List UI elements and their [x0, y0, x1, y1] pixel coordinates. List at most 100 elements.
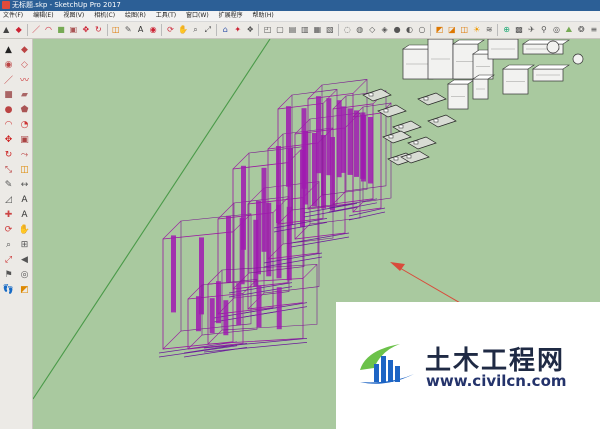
previous-view-icon[interactable]: ◀	[18, 253, 31, 266]
zoom-icon[interactable]: ⌕	[2, 238, 15, 251]
toolbar-separator	[497, 24, 499, 36]
zoom-extents-icon[interactable]: ⤢	[2, 253, 15, 266]
menu-camera[interactable]: 相机(C)	[94, 12, 115, 19]
rotate-icon[interactable]: ↻	[2, 148, 15, 161]
orbit-icon[interactable]: ⟳	[2, 223, 15, 236]
photo-textures-icon[interactable]: ▩	[514, 25, 524, 36]
position-camera-icon[interactable]: ⚑	[2, 268, 15, 281]
select-icon[interactable]: ▲	[1, 25, 11, 36]
tape-measure-icon[interactable]: ✎	[2, 178, 15, 191]
arc-icon[interactable]: ◠	[2, 118, 15, 131]
paint-icon[interactable]: ◉	[148, 25, 158, 36]
shadows-icon[interactable]: ☀	[472, 25, 482, 36]
line-icon[interactable]: ／	[31, 25, 41, 36]
text-icon[interactable]: A	[135, 25, 145, 36]
freehand-icon[interactable]: 〰	[18, 73, 31, 86]
core-shaft	[336, 100, 342, 178]
move-icon[interactable]: ✥	[2, 133, 15, 146]
zoom-window-icon[interactable]: ⊞	[18, 238, 31, 251]
title-bar: 无标题.skp - SketchUp Pro 2017	[0, 0, 600, 11]
pushpull-icon[interactable]: ▣	[68, 25, 78, 36]
wireframe-icon[interactable]: ◇	[367, 25, 377, 36]
podium-line	[203, 338, 308, 353]
right-view-icon[interactable]: ▥	[300, 25, 310, 36]
hidden-line-icon[interactable]: ◈	[379, 25, 389, 36]
text-icon[interactable]: A	[18, 193, 31, 206]
textured-icon[interactable]: ◐	[404, 25, 414, 36]
camera-position-icon[interactable]: ✈	[526, 25, 536, 36]
eraser-icon[interactable]: ◆	[13, 25, 23, 36]
monochrome-icon[interactable]: ○	[417, 25, 427, 36]
rotated-rectangle-icon[interactable]: ▰	[18, 88, 31, 101]
menu-extensions[interactable]: 扩展程序	[219, 12, 243, 19]
back-view-icon[interactable]: ▦	[312, 25, 322, 36]
sandbox-icon[interactable]: ⛰	[564, 25, 574, 36]
3d-text-icon[interactable]: A	[18, 208, 31, 221]
menu-view[interactable]: 视图(V)	[63, 12, 84, 19]
menu-tools[interactable]: 工具(T)	[156, 12, 176, 19]
arc-icon[interactable]: ◠	[43, 25, 53, 36]
left-view-icon[interactable]: ▧	[325, 25, 335, 36]
window-title: 无标题.skp - SketchUp Pro 2017	[12, 1, 121, 9]
offset-icon[interactable]: ◫	[111, 25, 121, 36]
polygon-icon[interactable]: ⬟	[18, 103, 31, 116]
section-display-icon[interactable]: ◪	[447, 25, 457, 36]
walk-icon[interactable]: 👣	[2, 283, 15, 296]
core-shaft	[368, 117, 373, 184]
menu-window[interactable]: 窗口(W)	[186, 12, 209, 19]
menu-edit[interactable]: 编辑(E)	[33, 12, 53, 19]
shaded-icon[interactable]: ●	[392, 25, 402, 36]
line-icon[interactable]: ／	[2, 73, 15, 86]
extension-icon[interactable]: ✦	[233, 25, 243, 36]
footprint-detail	[383, 108, 389, 113]
iso-view-icon[interactable]: ◰	[262, 25, 272, 36]
circle-icon[interactable]: ●	[2, 103, 15, 116]
front-view-icon[interactable]: ▤	[287, 25, 297, 36]
core-shaft	[171, 235, 176, 313]
section-plane-icon[interactable]: ◩	[434, 25, 444, 36]
scale-icon[interactable]: ⤡	[2, 163, 15, 176]
walk-icon[interactable]: ⚲	[539, 25, 549, 36]
make-component-icon[interactable]: ◆	[18, 43, 31, 56]
follow-me-icon[interactable]: ⤳	[18, 148, 31, 161]
eraser-icon[interactable]: ◇	[18, 58, 31, 71]
top-view-icon[interactable]: ▢	[275, 25, 285, 36]
core-shaft	[276, 146, 281, 223]
push-pull-icon[interactable]: ▣	[18, 133, 31, 146]
protractor-icon[interactable]: ◿	[2, 193, 15, 206]
footprint-detail	[423, 96, 429, 101]
rectangle-icon[interactable]: ■	[2, 88, 15, 101]
look-around-icon[interactable]: ◎	[18, 268, 31, 281]
back-edges-icon[interactable]: ◍	[355, 25, 365, 36]
layers-icon[interactable]: ≡	[589, 25, 599, 36]
menu-file[interactable]: 文件(F)	[3, 12, 23, 19]
rotate-icon[interactable]: ↻	[93, 25, 103, 36]
warehouse-icon[interactable]: ⌂	[220, 25, 230, 36]
paint-bucket-icon[interactable]: ◉	[2, 58, 15, 71]
pan-icon[interactable]: ✋	[178, 25, 188, 36]
core-shaft	[341, 106, 346, 173]
zoom-icon[interactable]: ⌕	[190, 25, 200, 36]
zoom-extents-icon[interactable]: ⤢	[203, 25, 213, 36]
menu-draw[interactable]: 绘图(R)	[125, 12, 146, 19]
section-fill-icon[interactable]: ◫	[459, 25, 469, 36]
tape-icon[interactable]: ✎	[123, 25, 133, 36]
move-icon[interactable]: ✥	[81, 25, 91, 36]
xray-icon[interactable]: ◌	[342, 25, 352, 36]
shape-icon[interactable]: ■	[56, 25, 66, 36]
axes-icon[interactable]: ✚	[2, 208, 15, 221]
styles-icon[interactable]: ❂	[576, 25, 586, 36]
core-shaft	[226, 215, 231, 283]
geo-location-icon[interactable]: ⊕	[501, 25, 511, 36]
pan-icon[interactable]: ✋	[18, 223, 31, 236]
fog-icon[interactable]: ≋	[484, 25, 494, 36]
menu-help[interactable]: 帮助(H)	[253, 12, 274, 19]
dimension-icon[interactable]: ↔	[18, 178, 31, 191]
select-icon[interactable]: ▲	[2, 43, 15, 56]
orbit-icon[interactable]: ⟳	[165, 25, 175, 36]
components-icon[interactable]: ❖	[245, 25, 255, 36]
offset-icon[interactable]: ◫	[18, 163, 31, 176]
pie-icon[interactable]: ◔	[18, 118, 31, 131]
section-plane-icon[interactable]: ◩	[18, 283, 31, 296]
look-around-icon[interactable]: ◎	[551, 25, 561, 36]
